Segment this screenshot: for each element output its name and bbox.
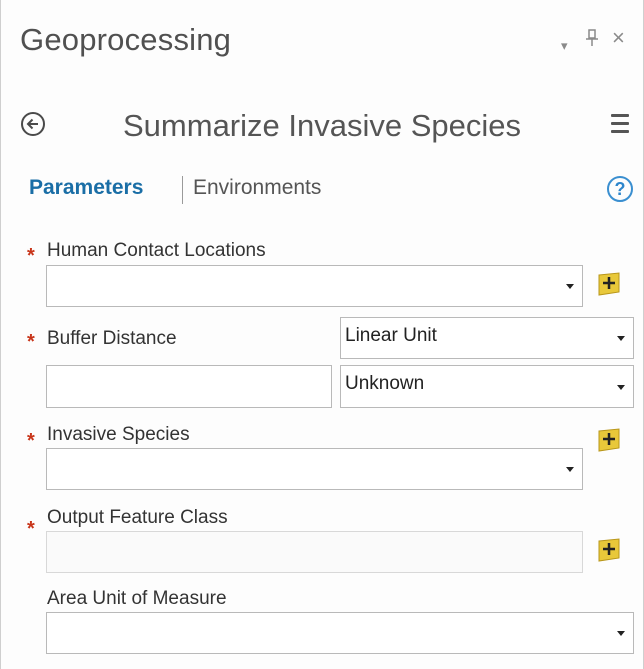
required-marker: * — [27, 331, 35, 353]
tab-parameters[interactable]: Parameters — [29, 176, 143, 200]
linear-unit-value: Linear Unit — [345, 325, 437, 346]
add-data-icon[interactable] — [598, 538, 620, 562]
invasive-species-dropdown[interactable] — [46, 448, 583, 490]
area-unit-dropdown[interactable] — [46, 612, 634, 654]
linear-unit-dropdown[interactable]: Linear Unit — [340, 317, 634, 359]
close-icon[interactable]: × — [612, 27, 625, 49]
distance-unit-dropdown[interactable]: Unknown — [340, 365, 634, 408]
output-feature-class-input[interactable] — [46, 531, 583, 573]
tool-title: Summarize Invasive Species — [123, 108, 521, 143]
tab-environments[interactable]: Environments — [193, 176, 321, 200]
human-contact-dropdown[interactable] — [46, 265, 583, 307]
chevron-down-icon — [617, 384, 625, 390]
output-feature-class-label: Output Feature Class — [47, 507, 228, 528]
buffer-distance-label: Buffer Distance — [47, 328, 177, 349]
pane-titlebar: Geoprocessing ▾ × — [1, 0, 643, 84]
add-data-icon[interactable] — [598, 272, 620, 296]
pin-icon[interactable] — [586, 29, 598, 52]
back-arrow-icon[interactable] — [21, 112, 45, 136]
human-contact-label: Human Contact Locations — [47, 240, 266, 261]
chevron-down-icon — [617, 336, 625, 341]
pane-options-dropdown-icon[interactable]: ▾ — [561, 36, 568, 56]
chevron-down-icon — [566, 467, 574, 472]
area-unit-label: Area Unit of Measure — [47, 588, 227, 609]
required-marker: * — [27, 245, 35, 267]
help-icon[interactable]: ? — [607, 176, 633, 202]
menu-icon[interactable] — [611, 114, 629, 134]
geoprocessing-pane: Geoprocessing ▾ × Summarize Invasive Spe… — [0, 0, 644, 669]
required-marker: * — [27, 518, 35, 540]
add-data-icon[interactable] — [598, 428, 620, 452]
chevron-down-icon — [617, 631, 625, 636]
chevron-down-icon — [566, 284, 574, 289]
pane-title: Geoprocessing — [20, 22, 232, 57]
tab-divider — [182, 176, 183, 204]
buffer-distance-input[interactable] — [46, 365, 332, 408]
distance-unit-value: Unknown — [345, 373, 425, 394]
invasive-species-label: Invasive Species — [47, 424, 190, 445]
required-marker: * — [27, 430, 35, 452]
tool-header: Summarize Invasive Species — [1, 100, 643, 150]
